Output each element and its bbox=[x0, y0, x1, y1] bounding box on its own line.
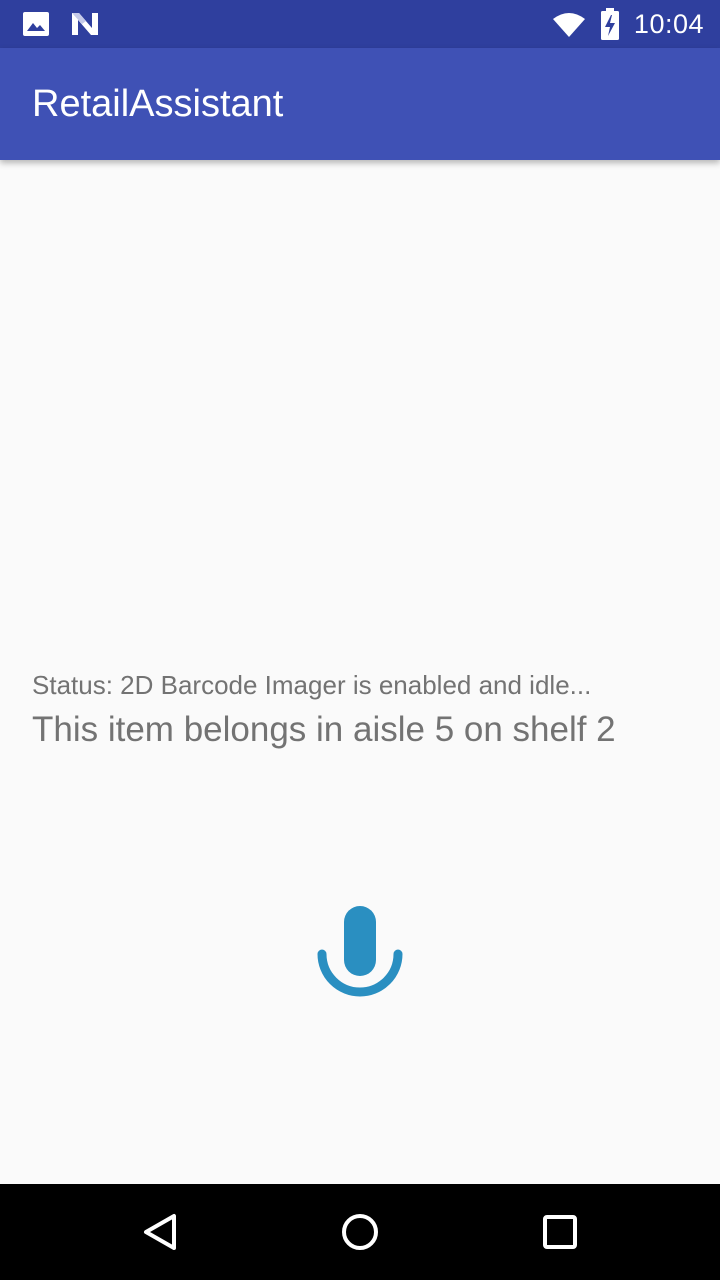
app-bar: RetailAssistant bbox=[0, 48, 720, 160]
item-location-text: This item belongs in aisle 5 on shelf 2 bbox=[32, 710, 616, 749]
system-icons: 10:04 bbox=[552, 0, 704, 48]
status-bar: 10:04 bbox=[0, 0, 720, 48]
app-title: RetailAssistant bbox=[32, 83, 284, 125]
home-icon bbox=[342, 1214, 378, 1250]
back-icon bbox=[144, 1214, 176, 1250]
scanner-status-text: Status: 2D Barcode Imager is enabled and… bbox=[32, 670, 592, 700]
voice-input-button[interactable] bbox=[312, 900, 408, 1008]
recents-icon bbox=[543, 1215, 577, 1249]
notification-icons bbox=[22, 11, 100, 37]
battery-charging-icon bbox=[600, 8, 619, 40]
home-button[interactable] bbox=[336, 1208, 384, 1256]
wifi-icon bbox=[552, 13, 585, 37]
n-logo-icon bbox=[72, 13, 98, 35]
microphone-icon bbox=[317, 906, 403, 997]
screen: 10:04 RetailAssistant Status: 2D Barcode… bbox=[0, 0, 720, 1280]
navigation-bar bbox=[0, 1184, 720, 1280]
recents-button[interactable] bbox=[536, 1208, 584, 1256]
main-content: Status: 2D Barcode Imager is enabled and… bbox=[0, 160, 720, 1184]
back-button[interactable] bbox=[136, 1208, 184, 1256]
gallery-icon bbox=[23, 12, 49, 36]
clock: 10:04 bbox=[633, 8, 704, 39]
